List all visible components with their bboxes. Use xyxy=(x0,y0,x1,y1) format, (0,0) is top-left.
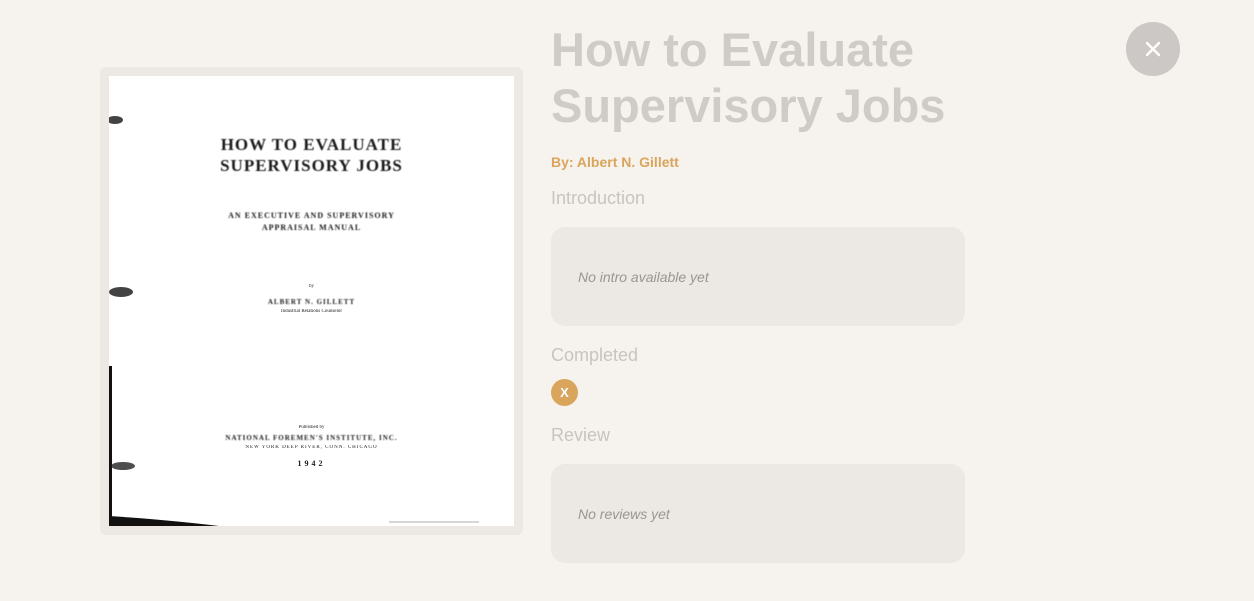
book-details: How to Evaluate Supervisory Jobs By: Alb… xyxy=(551,22,971,563)
cover-publisher-intro: Published by xyxy=(298,425,325,430)
introduction-label: Introduction xyxy=(551,188,646,208)
book-cover-image: HOW TO EVALUATE SUPERVISORY JOBS AN EXEC… xyxy=(109,76,514,526)
review-text: No reviews yet xyxy=(578,505,670,522)
cover-publisher-cities: NEW YORK DEEP RIVER, CONN. CHICAGO xyxy=(245,445,378,450)
cover-title-line-1: HOW TO EVALUATE xyxy=(220,135,403,154)
book-title: How to Evaluate Supervisory Jobs xyxy=(551,23,946,132)
introduction-text: No intro available yet xyxy=(578,268,709,285)
cover-publisher: NATIONAL FOREMEN'S INSTITUTE, INC. xyxy=(225,434,398,442)
cover-year: 1942 xyxy=(297,459,326,468)
cover-subtitle-line-2: APPRAISAL MANUAL xyxy=(261,223,362,232)
cover-title-line-2: SUPERVISORY JOBS xyxy=(220,156,403,175)
introduction-panel: No intro available yet xyxy=(551,227,965,326)
cover-by: by xyxy=(309,284,314,289)
cover-subtitle-line-1: AN EXECUTIVE AND SUPERVISORY xyxy=(228,211,395,220)
cover-author: ALBERT N. GILLETT xyxy=(267,298,356,306)
review-label: Review xyxy=(551,425,611,445)
book-author[interactable]: By: Albert N. Gillett xyxy=(551,154,971,170)
cover-author-role: Industrial Relations Counselor xyxy=(280,309,343,314)
close-button[interactable] xyxy=(1126,22,1180,76)
close-icon xyxy=(1145,41,1161,57)
completed-label: Completed xyxy=(551,345,639,365)
book-detail-modal: HOW TO EVALUATE SUPERVISORY JOBS AN EXEC… xyxy=(0,0,1254,601)
review-panel: No reviews yet xyxy=(551,464,965,563)
completed-status-badge[interactable]: X xyxy=(551,379,578,406)
cover-title: HOW TO EVALUATE SUPERVISORY JOBS xyxy=(109,134,514,176)
book-cover-frame: HOW TO EVALUATE SUPERVISORY JOBS AN EXEC… xyxy=(100,67,523,535)
cover-subtitle: AN EXECUTIVE AND SUPERVISORY APPRAISAL M… xyxy=(109,210,514,234)
